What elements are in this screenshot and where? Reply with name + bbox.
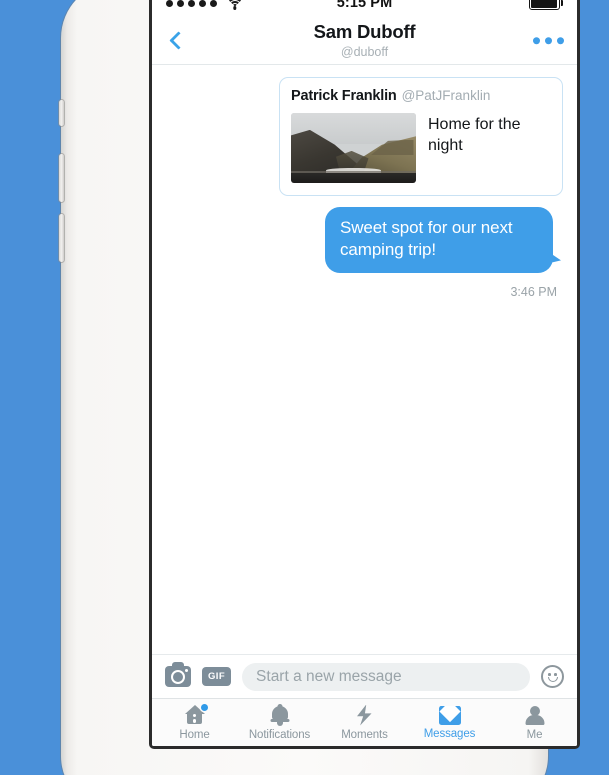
message-timestamp: 3:46 PM — [510, 284, 557, 299]
tweet-text: Home for the night — [428, 116, 521, 155]
conversation-thread: Patrick Franklin @PatJFranklin Home for … — [152, 65, 577, 654]
home-icon — [184, 703, 208, 726]
tweet-author-name: Patrick Franklin — [291, 88, 397, 104]
bell-icon — [269, 703, 291, 726]
more-horizontal-icon — [532, 36, 540, 45]
outgoing-message-row: Sweet spot for our next camping trip! — [166, 207, 563, 273]
person-icon — [524, 705, 546, 726]
tab-me[interactable]: Me — [492, 699, 577, 746]
tweet-author-handle: @PatJFranklin — [401, 88, 491, 103]
bottom-tab-bar: Home Notifications Moments Messages Me — [152, 698, 577, 746]
phone-device-frame: 5:15 PM Sam Duboff @duboff Patrick Frank… — [59, 0, 580, 775]
envelope-icon — [438, 706, 461, 725]
more-options-button[interactable] — [532, 36, 564, 45]
volume-down-button[interactable] — [59, 214, 64, 262]
tab-label: Me — [526, 728, 543, 741]
tab-label: Messages — [423, 728, 476, 740]
conversation-header: Sam Duboff @duboff — [152, 21, 577, 59]
home-notification-badge — [200, 703, 208, 711]
status-bar-clock: 5:15 PM — [336, 0, 393, 11]
navigation-bar: Sam Duboff @duboff — [152, 17, 577, 65]
more-horizontal-icon — [556, 36, 564, 45]
landscape-photo[interactable] — [291, 113, 416, 183]
volume-up-button[interactable] — [59, 154, 64, 202]
lightning-bolt-icon — [357, 704, 372, 726]
message-composer: GIF — [152, 654, 577, 698]
tab-moments[interactable]: Moments — [322, 699, 407, 746]
outgoing-message-bubble[interactable]: Sweet spot for our next camping trip! — [325, 207, 553, 273]
message-input[interactable] — [242, 662, 530, 691]
tab-messages[interactable]: Messages — [407, 699, 492, 746]
tab-label: Notifications — [248, 728, 311, 741]
tab-notifications[interactable]: Notifications — [237, 699, 322, 746]
tab-label: Moments — [341, 728, 388, 741]
tab-home[interactable]: Home — [152, 699, 237, 746]
silent-switch-button[interactable] — [59, 100, 64, 126]
camera-icon[interactable] — [165, 662, 191, 687]
tweet-author-row: Patrick Franklin @PatJFranklin — [291, 88, 551, 104]
phone-screen: 5:15 PM Sam Duboff @duboff Patrick Frank… — [149, 0, 580, 749]
user-handle: @duboff — [340, 44, 389, 59]
more-horizontal-icon — [544, 36, 552, 45]
tab-label: Home — [179, 728, 210, 741]
gif-button[interactable]: GIF — [202, 667, 232, 686]
smiley-icon[interactable] — [541, 665, 564, 688]
page-title: Sam Duboff — [313, 21, 416, 42]
shared-tweet-card[interactable]: Patrick Franklin @PatJFranklin Home for … — [279, 77, 563, 196]
status-bar: 5:15 PM — [152, 0, 577, 17]
